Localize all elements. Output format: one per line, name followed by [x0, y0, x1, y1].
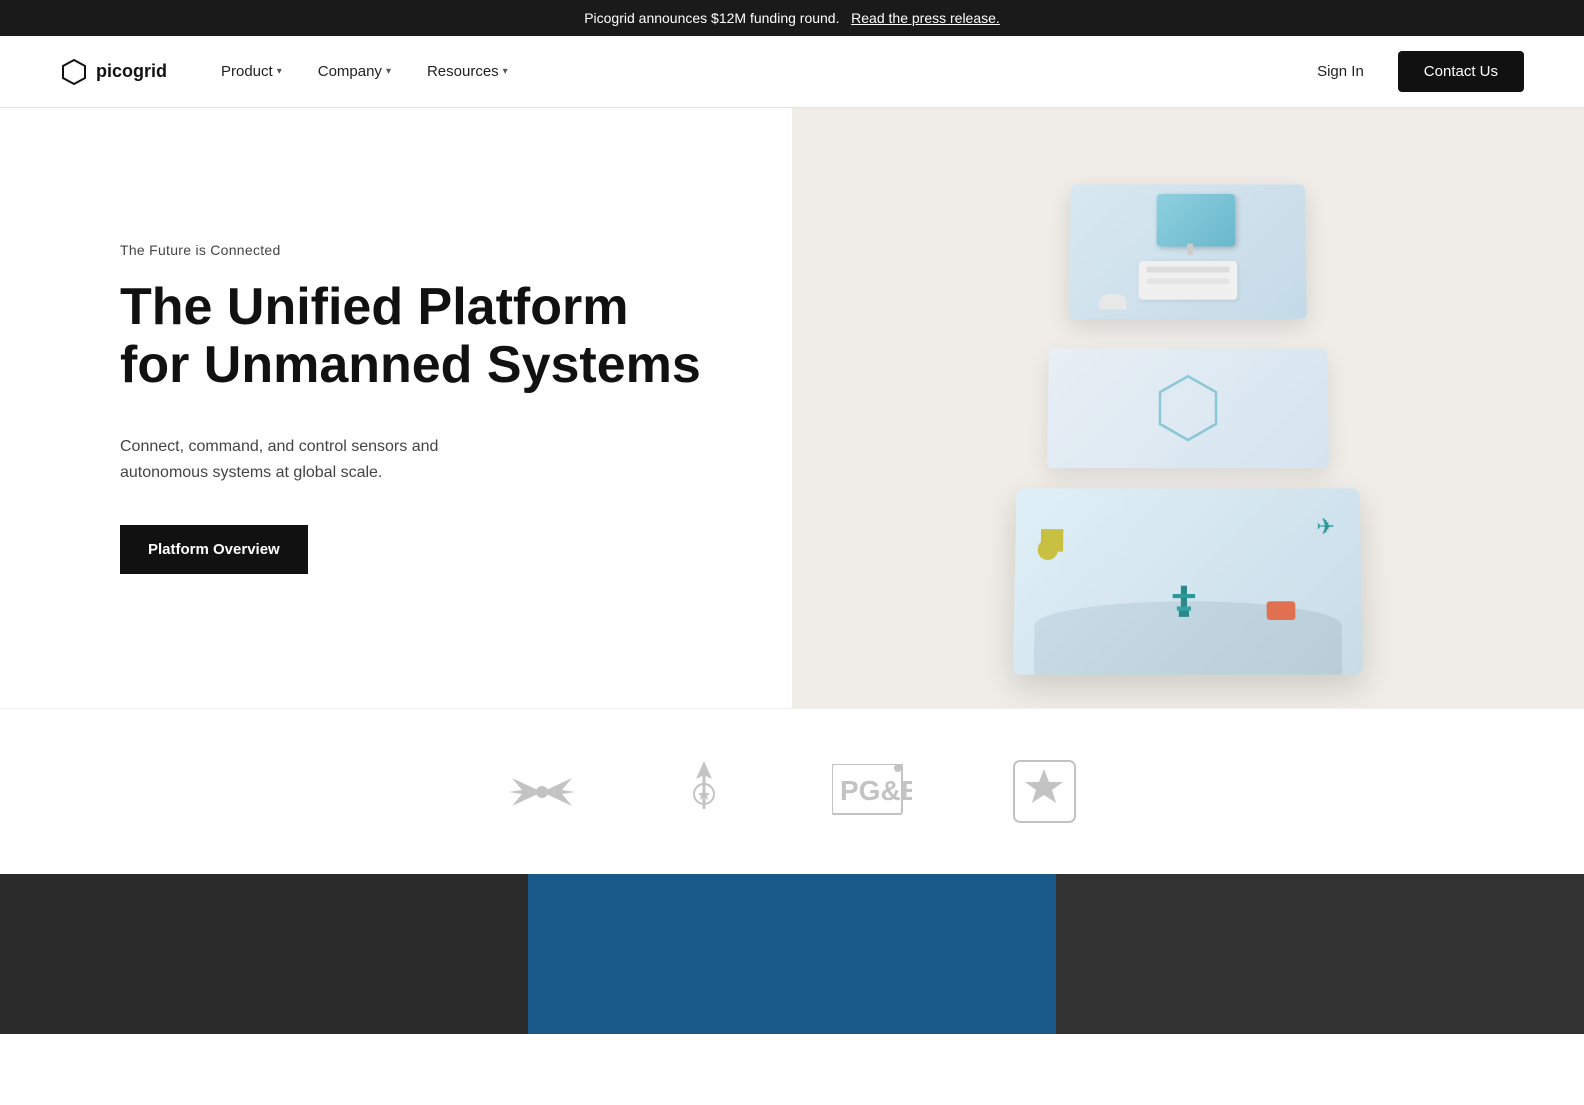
usarmy-logo: [1012, 759, 1077, 824]
contact-us-button[interactable]: Contact Us: [1398, 51, 1524, 92]
chevron-down-icon: ▾: [503, 66, 508, 77]
hero-title: The Unified Platform for Unmanned System…: [120, 278, 712, 394]
partner-ussf: [677, 759, 732, 824]
hero-section: The Future is Connected The Unified Plat…: [0, 108, 1584, 708]
nav-resources[interactable]: Resources ▾: [413, 55, 522, 88]
card-preview-2: [528, 874, 1056, 1034]
announcement-bar: Picogrid announces $12M funding round. R…: [0, 0, 1584, 36]
nav-right: Sign In Contact Us: [1303, 51, 1524, 92]
announcement-text: Picogrid announces $12M funding round.: [584, 10, 839, 26]
partner-usaf: [507, 764, 577, 819]
hero-left: The Future is Connected The Unified Plat…: [0, 108, 792, 708]
usaf-logo: [507, 764, 577, 819]
hero-cta-button[interactable]: Platform Overview: [120, 525, 308, 574]
sign-in-button[interactable]: Sign In: [1303, 55, 1378, 88]
partners-section: PG&E: [0, 708, 1584, 874]
hero-description: Connect, command, and control sensors an…: [120, 434, 500, 485]
tower-icon: [1173, 586, 1196, 617]
pge-logo: PG&E: [832, 764, 912, 819]
hero-illustration: ✈: [792, 108, 1584, 708]
logo[interactable]: picogrid: [60, 58, 167, 86]
announcement-link[interactable]: Read the press release.: [851, 10, 1000, 26]
logo-text: picogrid: [96, 61, 167, 82]
network-layer: [1047, 349, 1329, 469]
partner-usarmy: [1012, 759, 1077, 824]
svg-text:PG&E: PG&E: [840, 775, 912, 806]
ussf-logo: [677, 759, 732, 824]
logo-icon: [60, 58, 88, 86]
chevron-down-icon: ▾: [386, 66, 391, 77]
cards-preview: [0, 874, 1584, 1034]
card-preview-3: [1056, 874, 1584, 1034]
navbar: picogrid Product ▾ Company ▾ Resources ▾…: [0, 36, 1584, 108]
platform-3d-illustration: ✈: [972, 156, 1404, 674]
nav-product[interactable]: Product ▾: [207, 55, 296, 88]
partner-pge: PG&E: [832, 764, 912, 819]
card-preview-1: [0, 874, 528, 1034]
nav-links: Product ▾ Company ▾ Resources ▾: [207, 55, 1303, 88]
hexagon-icon: [1148, 368, 1228, 448]
chevron-down-icon: ▾: [277, 66, 282, 77]
nav-company[interactable]: Company ▾: [304, 55, 405, 88]
terrain-layer: ✈: [1013, 488, 1363, 674]
command-layer: [1069, 184, 1307, 319]
hero-tagline: The Future is Connected: [120, 242, 712, 258]
